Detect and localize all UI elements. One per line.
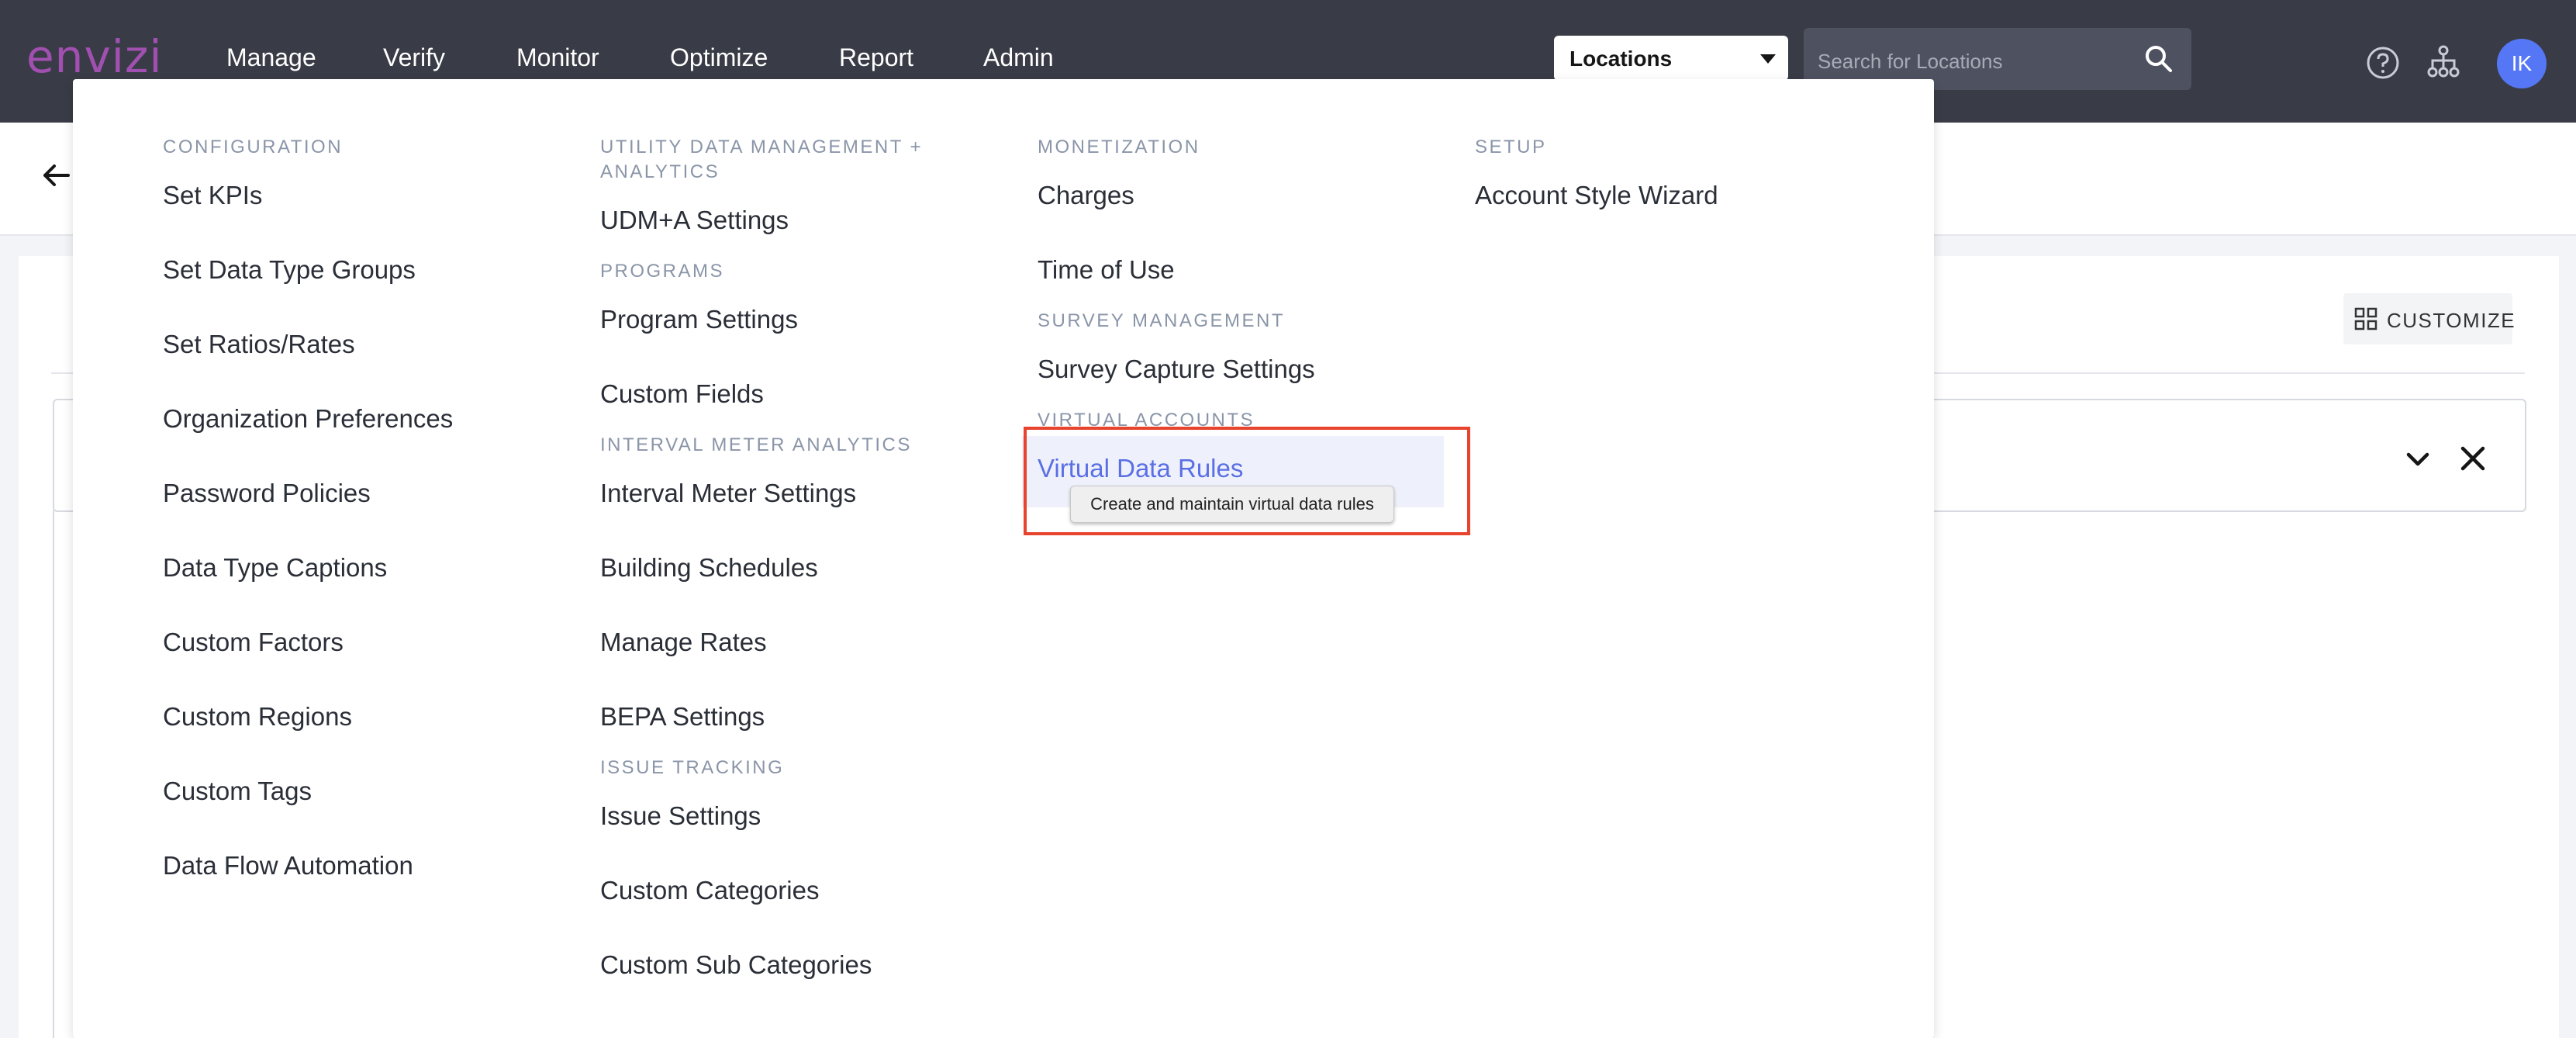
menu-item-data-flow-automation[interactable]: Data Flow Automation (163, 850, 413, 881)
envizi-logo[interactable]: envizi (26, 34, 162, 79)
nav-report[interactable]: Report (839, 45, 913, 70)
section-setup: SETUP (1475, 137, 1547, 157)
menu-item-survey-capture-settings[interactable]: Survey Capture Settings (1038, 354, 1315, 385)
section-programs: PROGRAMS (600, 261, 725, 282)
section-configuration: CONFIGURATION (163, 137, 344, 157)
back-arrow-icon[interactable] (39, 158, 73, 192)
menu-item-manage-rates[interactable]: Manage Rates (600, 627, 767, 658)
menu-item-time-of-use[interactable]: Time of Use (1038, 254, 1175, 285)
search-placeholder: Search for Locations (1818, 50, 2003, 73)
menu-item-organization-preferences[interactable]: Organization Preferences (163, 403, 453, 434)
menu-item-account-style-wizard[interactable]: Account Style Wizard (1475, 180, 1718, 211)
section-udm-analytics-line1: UTILITY DATA MANAGEMENT + (600, 137, 924, 157)
menu-item-data-type-captions[interactable]: Data Type Captions (163, 552, 387, 583)
hierarchy-icon[interactable] (2426, 43, 2461, 79)
widget-edge (53, 510, 54, 1038)
menu-item-set-ratios-rates[interactable]: Set Ratios/Rates (163, 329, 355, 360)
close-icon[interactable] (2455, 441, 2491, 476)
menu-item-set-kpis[interactable]: Set KPIs (163, 180, 262, 211)
menu-item-program-settings[interactable]: Program Settings (600, 304, 798, 335)
menu-item-custom-fields[interactable]: Custom Fields (600, 379, 764, 410)
caret-down-icon (1760, 54, 1776, 64)
admin-mega-menu: CONFIGURATION Set KPIs Set Data Type Gro… (73, 79, 1934, 1038)
menu-item-bepa-settings[interactable]: BEPA Settings (600, 701, 765, 732)
menu-item-issue-settings[interactable]: Issue Settings (600, 801, 761, 832)
highlight-box (1024, 427, 1470, 535)
menu-item-password-policies[interactable]: Password Policies (163, 478, 371, 509)
section-monetization: MONETIZATION (1038, 137, 1200, 157)
help-icon[interactable] (2365, 45, 2401, 81)
section-survey-management: SURVEY MANAGEMENT (1038, 310, 1286, 331)
menu-item-custom-regions[interactable]: Custom Regions (163, 701, 352, 732)
nav-admin[interactable]: Admin (983, 45, 1054, 70)
chevron-down-icon[interactable] (2401, 442, 2435, 476)
location-type-select[interactable]: Locations (1554, 36, 1788, 81)
menu-item-set-data-type-groups[interactable]: Set Data Type Groups (163, 254, 416, 285)
location-select-value: Locations (1569, 47, 1673, 71)
customize-label: CUSTOMIZE (2387, 309, 2516, 332)
section-interval-meter-analytics: INTERVAL METER ANALYTICS (600, 434, 912, 455)
section-issue-tracking: ISSUE TRACKING (600, 757, 785, 778)
grid-icon (2354, 307, 2377, 330)
menu-item-custom-factors[interactable]: Custom Factors (163, 627, 344, 658)
menu-item-custom-tags[interactable]: Custom Tags (163, 776, 312, 807)
nav-manage[interactable]: Manage (226, 45, 316, 70)
customize-button[interactable]: CUSTOMIZE (2343, 293, 2515, 344)
menu-item-custom-categories[interactable]: Custom Categories (600, 875, 819, 906)
user-avatar[interactable]: IK (2497, 39, 2547, 88)
menu-item-interval-meter-settings[interactable]: Interval Meter Settings (600, 478, 856, 509)
nav-monitor[interactable]: Monitor (516, 45, 599, 70)
nav-optimize[interactable]: Optimize (670, 45, 768, 70)
menu-item-charges[interactable]: Charges (1038, 180, 1134, 211)
nav-verify[interactable]: Verify (383, 45, 445, 70)
menu-item-building-schedules[interactable]: Building Schedules (600, 552, 818, 583)
section-udm-analytics-line2: ANALYTICS (600, 161, 720, 182)
menu-item-udm-settings[interactable]: UDM+A Settings (600, 205, 789, 236)
search-icon[interactable] (2143, 43, 2174, 74)
menu-item-custom-sub-categories[interactable]: Custom Sub Categories (600, 950, 872, 981)
